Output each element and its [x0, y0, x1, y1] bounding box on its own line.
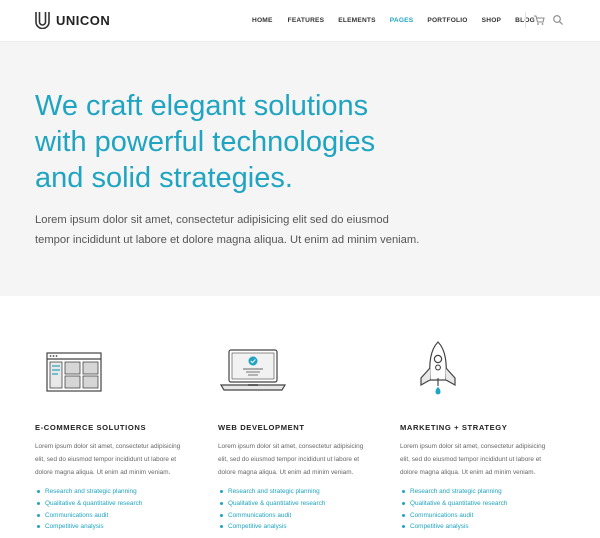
feature-description-line: dolore magna aliqua. Ut enim ad minim ve…: [400, 469, 536, 476]
list-item[interactable]: Communications audit: [35, 510, 142, 522]
list-item[interactable]: Communications audit: [400, 510, 507, 522]
feature-description: Lorem ipsum dolor sit amet, consectetur …: [35, 440, 200, 479]
site-header: UNICON HOME FEATURES ELEMENTS PAGES PORT…: [0, 0, 600, 42]
feature-description: Lorem ipsum dolor sit amet, consectetur …: [218, 440, 383, 479]
nav-divider: [525, 12, 526, 28]
feature-title: MARKETING + STRATEGY: [400, 423, 508, 432]
nav-item-features[interactable]: FEATURES: [288, 17, 325, 24]
feature-marketing-strategy: MARKETING + STRATEGY Lorem ipsum dolor s…: [400, 340, 565, 530]
hero-title-line: We craft elegant solutions: [35, 90, 369, 122]
feature-list: Research and strategic planning Qualitat…: [218, 486, 325, 533]
list-item[interactable]: Research and strategic planning: [218, 486, 325, 498]
list-item[interactable]: Competitive analysis: [35, 521, 142, 533]
feature-description-line: dolore magna aliqua. Ut enim ad minim ve…: [218, 469, 354, 476]
feature-title: E-COMMERCE SOLUTIONS: [35, 423, 147, 432]
feature-title: WEB DEVELOPMENT: [218, 423, 305, 432]
rocket-icon: [420, 341, 456, 395]
feature-description-line: Lorem ipsum dolor sit amet, consectetur …: [218, 443, 364, 450]
feature-description-line: Lorem ipsum dolor sit amet, consectetur …: [400, 443, 546, 450]
hero-description-line: tempor incididunt ut labore et dolore ma…: [35, 234, 420, 246]
list-item[interactable]: Qualitative & quantitative research: [400, 498, 507, 510]
search-icon[interactable]: [552, 14, 564, 26]
cart-icon[interactable]: [533, 14, 545, 26]
laptop-icon: [219, 349, 287, 391]
logo-mark-icon: [35, 12, 50, 29]
hero-title-line: with powerful technologies: [35, 126, 376, 158]
nav-item-home[interactable]: HOME: [252, 17, 273, 24]
feature-description-line: elit, sed do eiusmod tempor incididunt u…: [218, 456, 360, 463]
list-item[interactable]: Communications audit: [218, 510, 325, 522]
list-item[interactable]: Research and strategic planning: [35, 486, 142, 498]
brand-name: UNICON: [56, 12, 111, 28]
hero-title-line: and solid strategies.: [35, 162, 293, 194]
nav-item-portfolio[interactable]: PORTFOLIO: [427, 17, 467, 24]
feature-description-line: elit, sed do eiusmod tempor incididunt u…: [35, 456, 177, 463]
logo[interactable]: UNICON: [35, 11, 110, 29]
feature-description: Lorem ipsum dolor sit amet, consectetur …: [400, 440, 565, 479]
feature-description-line: Lorem ipsum dolor sit amet, consectetur …: [35, 443, 181, 450]
feature-description-line: elit, sed do eiusmod tempor incididunt u…: [400, 456, 542, 463]
hero-description-line: Lorem ipsum dolor sit amet, consectetur …: [35, 214, 389, 226]
nav-item-shop[interactable]: SHOP: [482, 17, 502, 24]
nav-item-elements[interactable]: ELEMENTS: [338, 17, 376, 24]
feature-ecommerce: E-COMMERCE SOLUTIONS Lorem ipsum dolor s…: [35, 340, 200, 530]
list-item[interactable]: Research and strategic planning: [400, 486, 507, 498]
hero-section: We craft elegant solutions with powerful…: [0, 42, 600, 296]
main-nav: HOME FEATURES ELEMENTS PAGES PORTFOLIO S…: [252, 0, 535, 40]
feature-list: Research and strategic planning Qualitat…: [400, 486, 507, 533]
feature-description-line: dolore magna aliqua. Ut enim ad minim ve…: [35, 469, 171, 476]
list-item[interactable]: Competitive analysis: [400, 521, 507, 533]
feature-list: Research and strategic planning Qualitat…: [35, 486, 142, 533]
hero-title: We craft elegant solutions with powerful…: [35, 88, 455, 196]
browser-layout-icon: [46, 352, 102, 392]
hero-description: Lorem ipsum dolor sit amet, consectetur …: [35, 210, 455, 250]
list-item[interactable]: Qualitative & quantitative research: [218, 498, 325, 510]
list-item[interactable]: Qualitative & quantitative research: [35, 498, 142, 510]
list-item[interactable]: Competitive analysis: [218, 521, 325, 533]
feature-web-development: WEB DEVELOPMENT Lorem ipsum dolor sit am…: [218, 340, 383, 530]
nav-item-pages[interactable]: PAGES: [390, 17, 414, 24]
